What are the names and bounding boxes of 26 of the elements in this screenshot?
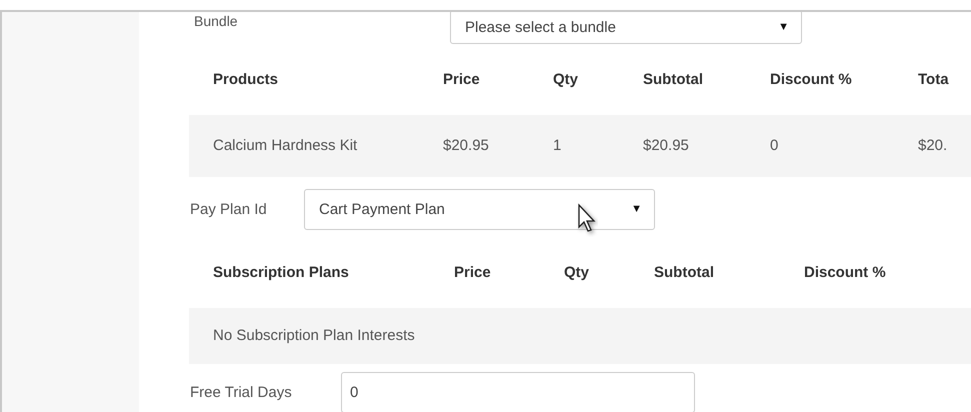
table-cell: $20.95 — [643, 114, 770, 177]
field-label: Free Trial Days — [189, 384, 293, 401]
table-cell: Calcium Hardness Kit — [189, 114, 443, 177]
column-header: Discount % — [804, 263, 887, 284]
column-header: Discount % — [770, 70, 853, 90]
field-label: Pay Plan Id — [189, 200, 268, 218]
column-header: Subtotal — [654, 263, 715, 284]
column-header: Qty — [564, 263, 590, 284]
column-header: Price — [443, 70, 481, 90]
table-cell: 1 — [553, 114, 643, 177]
column-header: Products — [212, 70, 280, 90]
select-field[interactable]: Please select a bundle ▼ — [450, 12, 802, 44]
select-field[interactable]: Cart Payment Plan ▼ — [304, 188, 655, 230]
field-label: Bundle — [194, 12, 239, 30]
column-header: Qty — [553, 70, 580, 90]
column-header: Subscription Plans — [212, 263, 350, 284]
dropdown-arrow-icon: ▼ — [631, 203, 642, 216]
column-header: Price — [454, 263, 492, 284]
empty-message: No Subscription Plan Interests — [189, 308, 971, 364]
column-header: Tota — [918, 70, 950, 90]
dropdown-arrow-icon: ▼ — [778, 21, 789, 33]
column-header: Subtotal — [643, 70, 704, 90]
table-cell: 0 — [770, 114, 918, 177]
input-field[interactable]: 0 — [341, 372, 695, 412]
table-cell: $20. — [918, 114, 971, 177]
table-cell: $20.95 — [443, 114, 553, 177]
